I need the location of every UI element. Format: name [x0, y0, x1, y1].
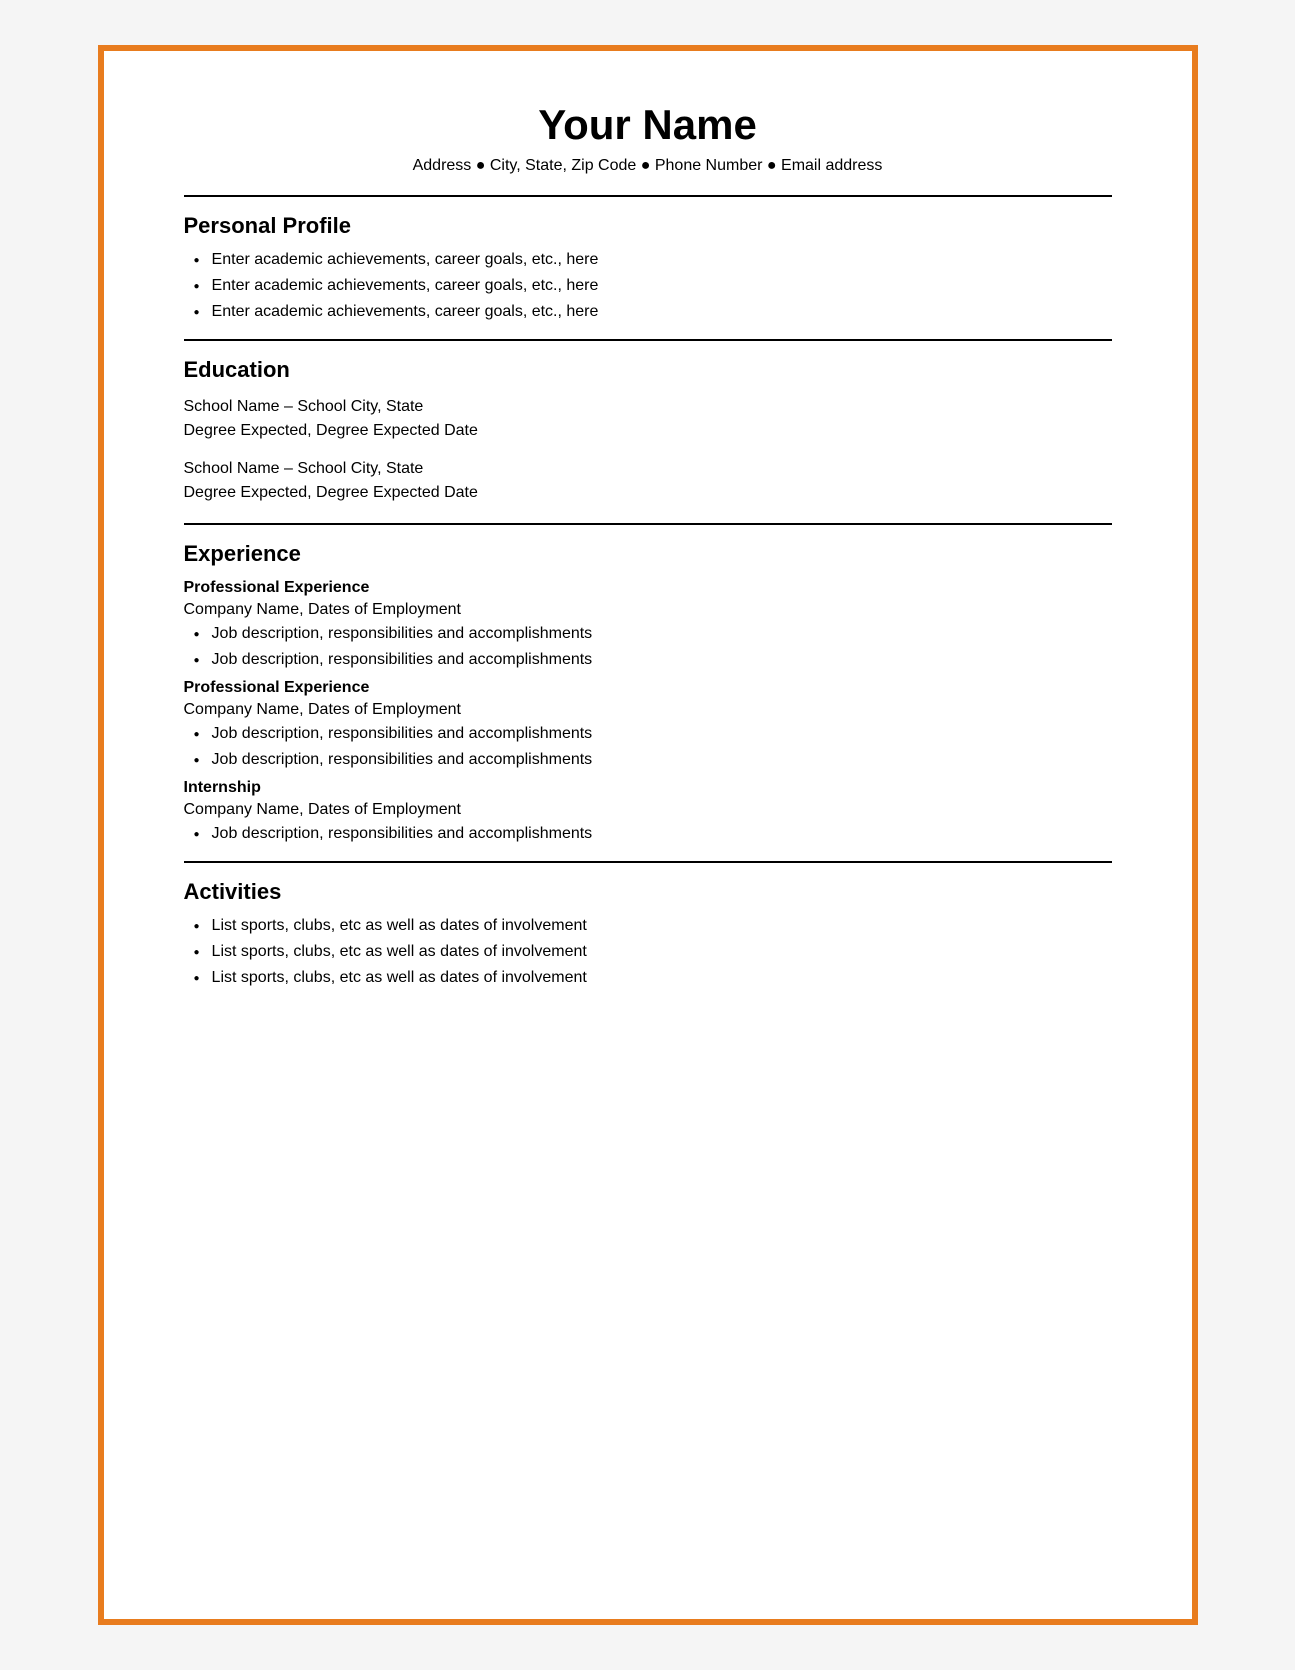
school-name-1: School Name – School City, State [184, 395, 1112, 419]
exp-company-2: Company Name, Dates of Employment [184, 701, 1112, 719]
education-entry-2: School Name – School City, State Degree … [184, 457, 1112, 505]
exp-sub-title-3: Internship [184, 779, 1112, 797]
exp-list-3: Job description, responsibilities and ac… [184, 825, 1112, 843]
activities-section: Activities List sports, clubs, etc as we… [184, 879, 1112, 987]
experience-divider [184, 861, 1112, 863]
degree-2: Degree Expected, Degree Expected Date [184, 481, 1112, 505]
resume-container: Your Name Address ● City, State, Zip Cod… [98, 45, 1198, 1625]
education-divider [184, 523, 1112, 525]
list-item: Enter academic achievements, career goal… [194, 251, 1112, 269]
exp-company-1: Company Name, Dates of Employment [184, 601, 1112, 619]
personal-profile-section: Personal Profile Enter academic achievem… [184, 213, 1112, 321]
list-item: List sports, clubs, etc as well as dates… [194, 969, 1112, 987]
education-section: Education School Name – School City, Sta… [184, 357, 1112, 505]
experience-sub-2: Professional Experience Company Name, Da… [184, 679, 1112, 769]
personal-profile-title: Personal Profile [184, 213, 1112, 239]
experience-title: Experience [184, 541, 1112, 567]
exp-list-2: Job description, responsibilities and ac… [184, 725, 1112, 769]
list-item: Job description, responsibilities and ac… [194, 625, 1112, 643]
list-item: Job description, responsibilities and ac… [194, 725, 1112, 743]
degree-1: Degree Expected, Degree Expected Date [184, 419, 1112, 443]
list-item: Job description, responsibilities and ac… [194, 651, 1112, 669]
personal-profile-list: Enter academic achievements, career goal… [184, 251, 1112, 321]
exp-sub-title-1: Professional Experience [184, 579, 1112, 597]
list-item: Job description, responsibilities and ac… [194, 751, 1112, 769]
experience-sub-3: Internship Company Name, Dates of Employ… [184, 779, 1112, 843]
resume-name: Your Name [184, 101, 1112, 149]
activities-list: List sports, clubs, etc as well as dates… [184, 917, 1112, 987]
list-item: List sports, clubs, etc as well as dates… [194, 943, 1112, 961]
school-name-2: School Name – School City, State [184, 457, 1112, 481]
experience-sub-1: Professional Experience Company Name, Da… [184, 579, 1112, 669]
list-item: Enter academic achievements, career goal… [194, 277, 1112, 295]
list-item: List sports, clubs, etc as well as dates… [194, 917, 1112, 935]
experience-section: Experience Professional Experience Compa… [184, 541, 1112, 843]
exp-sub-title-2: Professional Experience [184, 679, 1112, 697]
page-wrapper: Your Name Address ● City, State, Zip Cod… [0, 0, 1295, 1670]
exp-company-3: Company Name, Dates of Employment [184, 801, 1112, 819]
education-entry-1: School Name – School City, State Degree … [184, 395, 1112, 443]
header-divider [184, 195, 1112, 197]
list-item: Job description, responsibilities and ac… [194, 825, 1112, 843]
education-title: Education [184, 357, 1112, 383]
list-item: Enter academic achievements, career goal… [194, 303, 1112, 321]
exp-list-1: Job description, responsibilities and ac… [184, 625, 1112, 669]
profile-divider [184, 339, 1112, 341]
resume-header: Your Name Address ● City, State, Zip Cod… [184, 101, 1112, 175]
activities-title: Activities [184, 879, 1112, 905]
resume-contact: Address ● City, State, Zip Code ● Phone … [184, 157, 1112, 175]
